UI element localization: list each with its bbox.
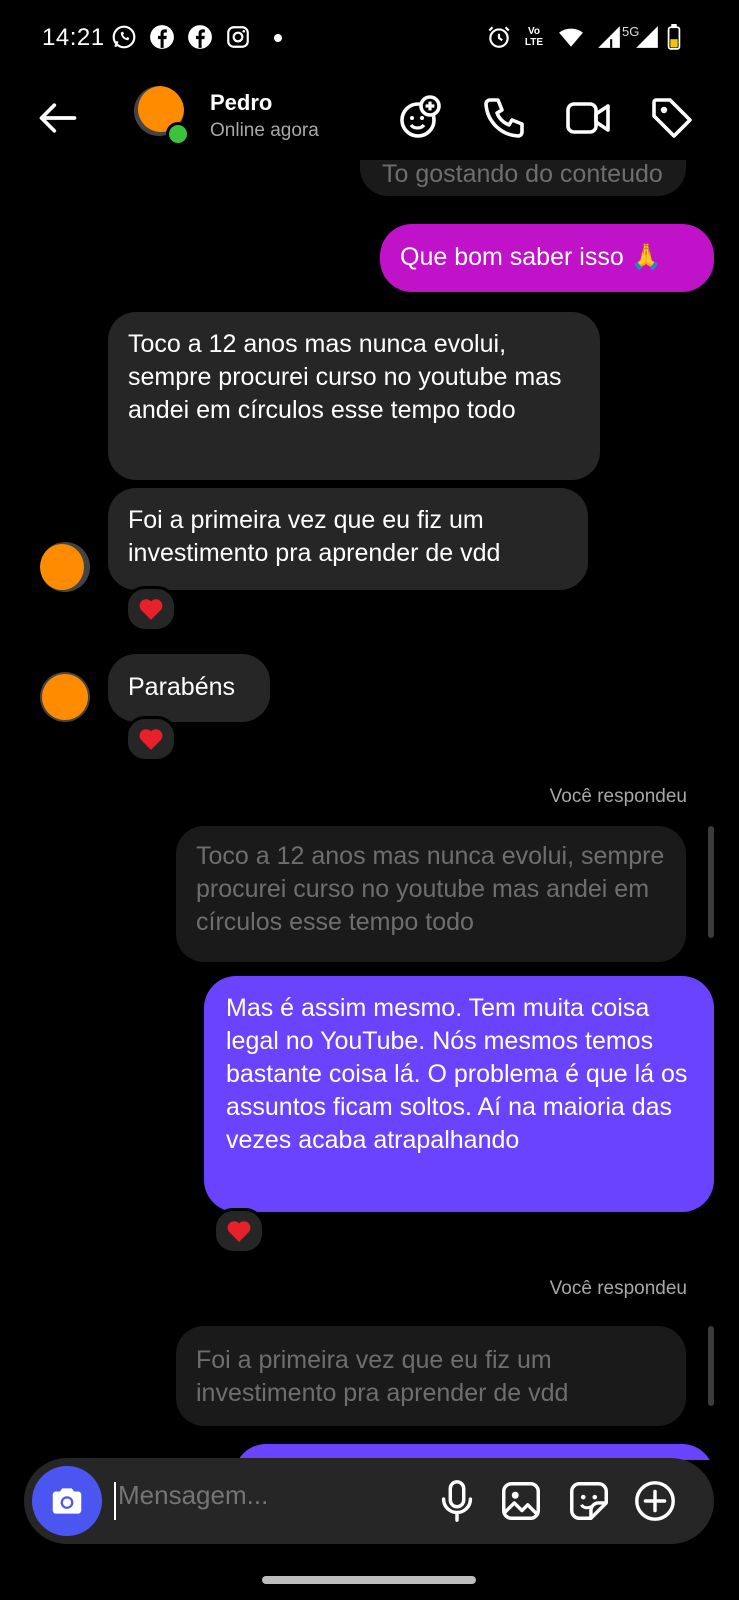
alarm-icon [488,26,510,48]
status-bar: 14:21 Vo LTE 5G [0,0,739,78]
message-text: Toco a 12 anos mas nunca evolui, sempre … [196,842,665,936]
heart-reaction-icon [139,729,163,750]
instagram-icon [227,26,249,48]
message-text: Foi a primeira vez que eu fiz um investi… [196,1346,569,1407]
add-effect-icon[interactable] [396,94,444,142]
phone-icon[interactable] [480,94,528,142]
heart-reaction-icon [227,1221,251,1242]
message-text: To gostando do conteudo [382,160,663,188]
reply-label: Você respondeu [549,786,687,807]
message-input[interactable] [118,1480,308,1511]
contact-name[interactable]: Pedro [210,90,272,116]
quoted-message[interactable]: Toco a 12 anos mas nunca evolui, sempre … [176,826,686,962]
outgoing-message[interactable]: Que bom saber isso 🙏 [380,224,714,292]
incoming-message[interactable]: Foi a primeira vez que eu fiz um investi… [108,488,588,590]
reaction-badge[interactable] [125,716,177,762]
message-list[interactable]: To gostando do conteudo Que bom saber is… [0,160,739,1460]
message-text: Foi a primeira vez que eu fiz um investi… [128,506,501,567]
reply-indicator [708,826,714,938]
message-text: Mas é assim mesmo. Tem muita coisa legal… [226,994,688,1154]
message-text: Toco a 12 anos mas nunca evolui, sempre … [128,330,562,424]
plus-icon[interactable] [632,1478,678,1524]
reaction-badge[interactable] [213,1208,265,1254]
chat-header: Pedro Online agora [0,78,739,160]
signal-icon [598,26,620,48]
wifi-icon [559,28,583,47]
incoming-message[interactable]: Toco a 12 anos mas nunca evolui, sempre … [108,312,600,480]
facebook-icon [150,25,174,49]
video-icon[interactable] [564,94,612,142]
outgoing-message[interactable]: Mas é assim mesmo. Tem muita coisa legal… [204,976,714,1212]
online-indicator [166,122,190,146]
whatsapp-icon [112,25,136,49]
message-text: Que bom saber isso 🙏 [400,243,662,271]
sender-avatar[interactable] [40,672,90,722]
camera-button[interactable] [32,1466,102,1536]
gallery-icon[interactable] [498,1478,544,1524]
sticker-icon[interactable] [566,1478,612,1524]
microphone-icon[interactable] [434,1478,480,1524]
quoted-message[interactable]: Foi a primeira vez que eu fiz um investi… [176,1326,686,1426]
reply-label: Você respondeu [549,1278,687,1299]
text-cursor [114,1482,116,1520]
heart-reaction-icon [139,599,163,620]
volte-label: Vo LTE [524,26,544,48]
incoming-message[interactable]: Parabéns [108,654,270,722]
battery-icon [667,24,681,50]
presence-status: Online agora [210,120,319,141]
sender-avatar[interactable] [40,542,90,592]
status-time: 14:21 [42,24,105,51]
reply-indicator [708,1326,714,1406]
tag-icon[interactable] [648,94,696,142]
message-partial-top[interactable]: To gostando do conteudo [360,160,686,196]
message-composer [24,1458,714,1544]
home-indicator[interactable] [262,1576,476,1584]
facebook-icon [188,25,212,49]
signal-icon [636,26,658,48]
message-text: Parabéns [128,673,236,701]
back-arrow-icon[interactable] [36,96,80,140]
camera-icon [52,1488,82,1514]
chat-screen: 14:21 Vo LTE 5G Pedro Online agora To go… [0,0,739,1600]
notification-dot [274,34,282,42]
reaction-badge[interactable] [125,586,177,632]
